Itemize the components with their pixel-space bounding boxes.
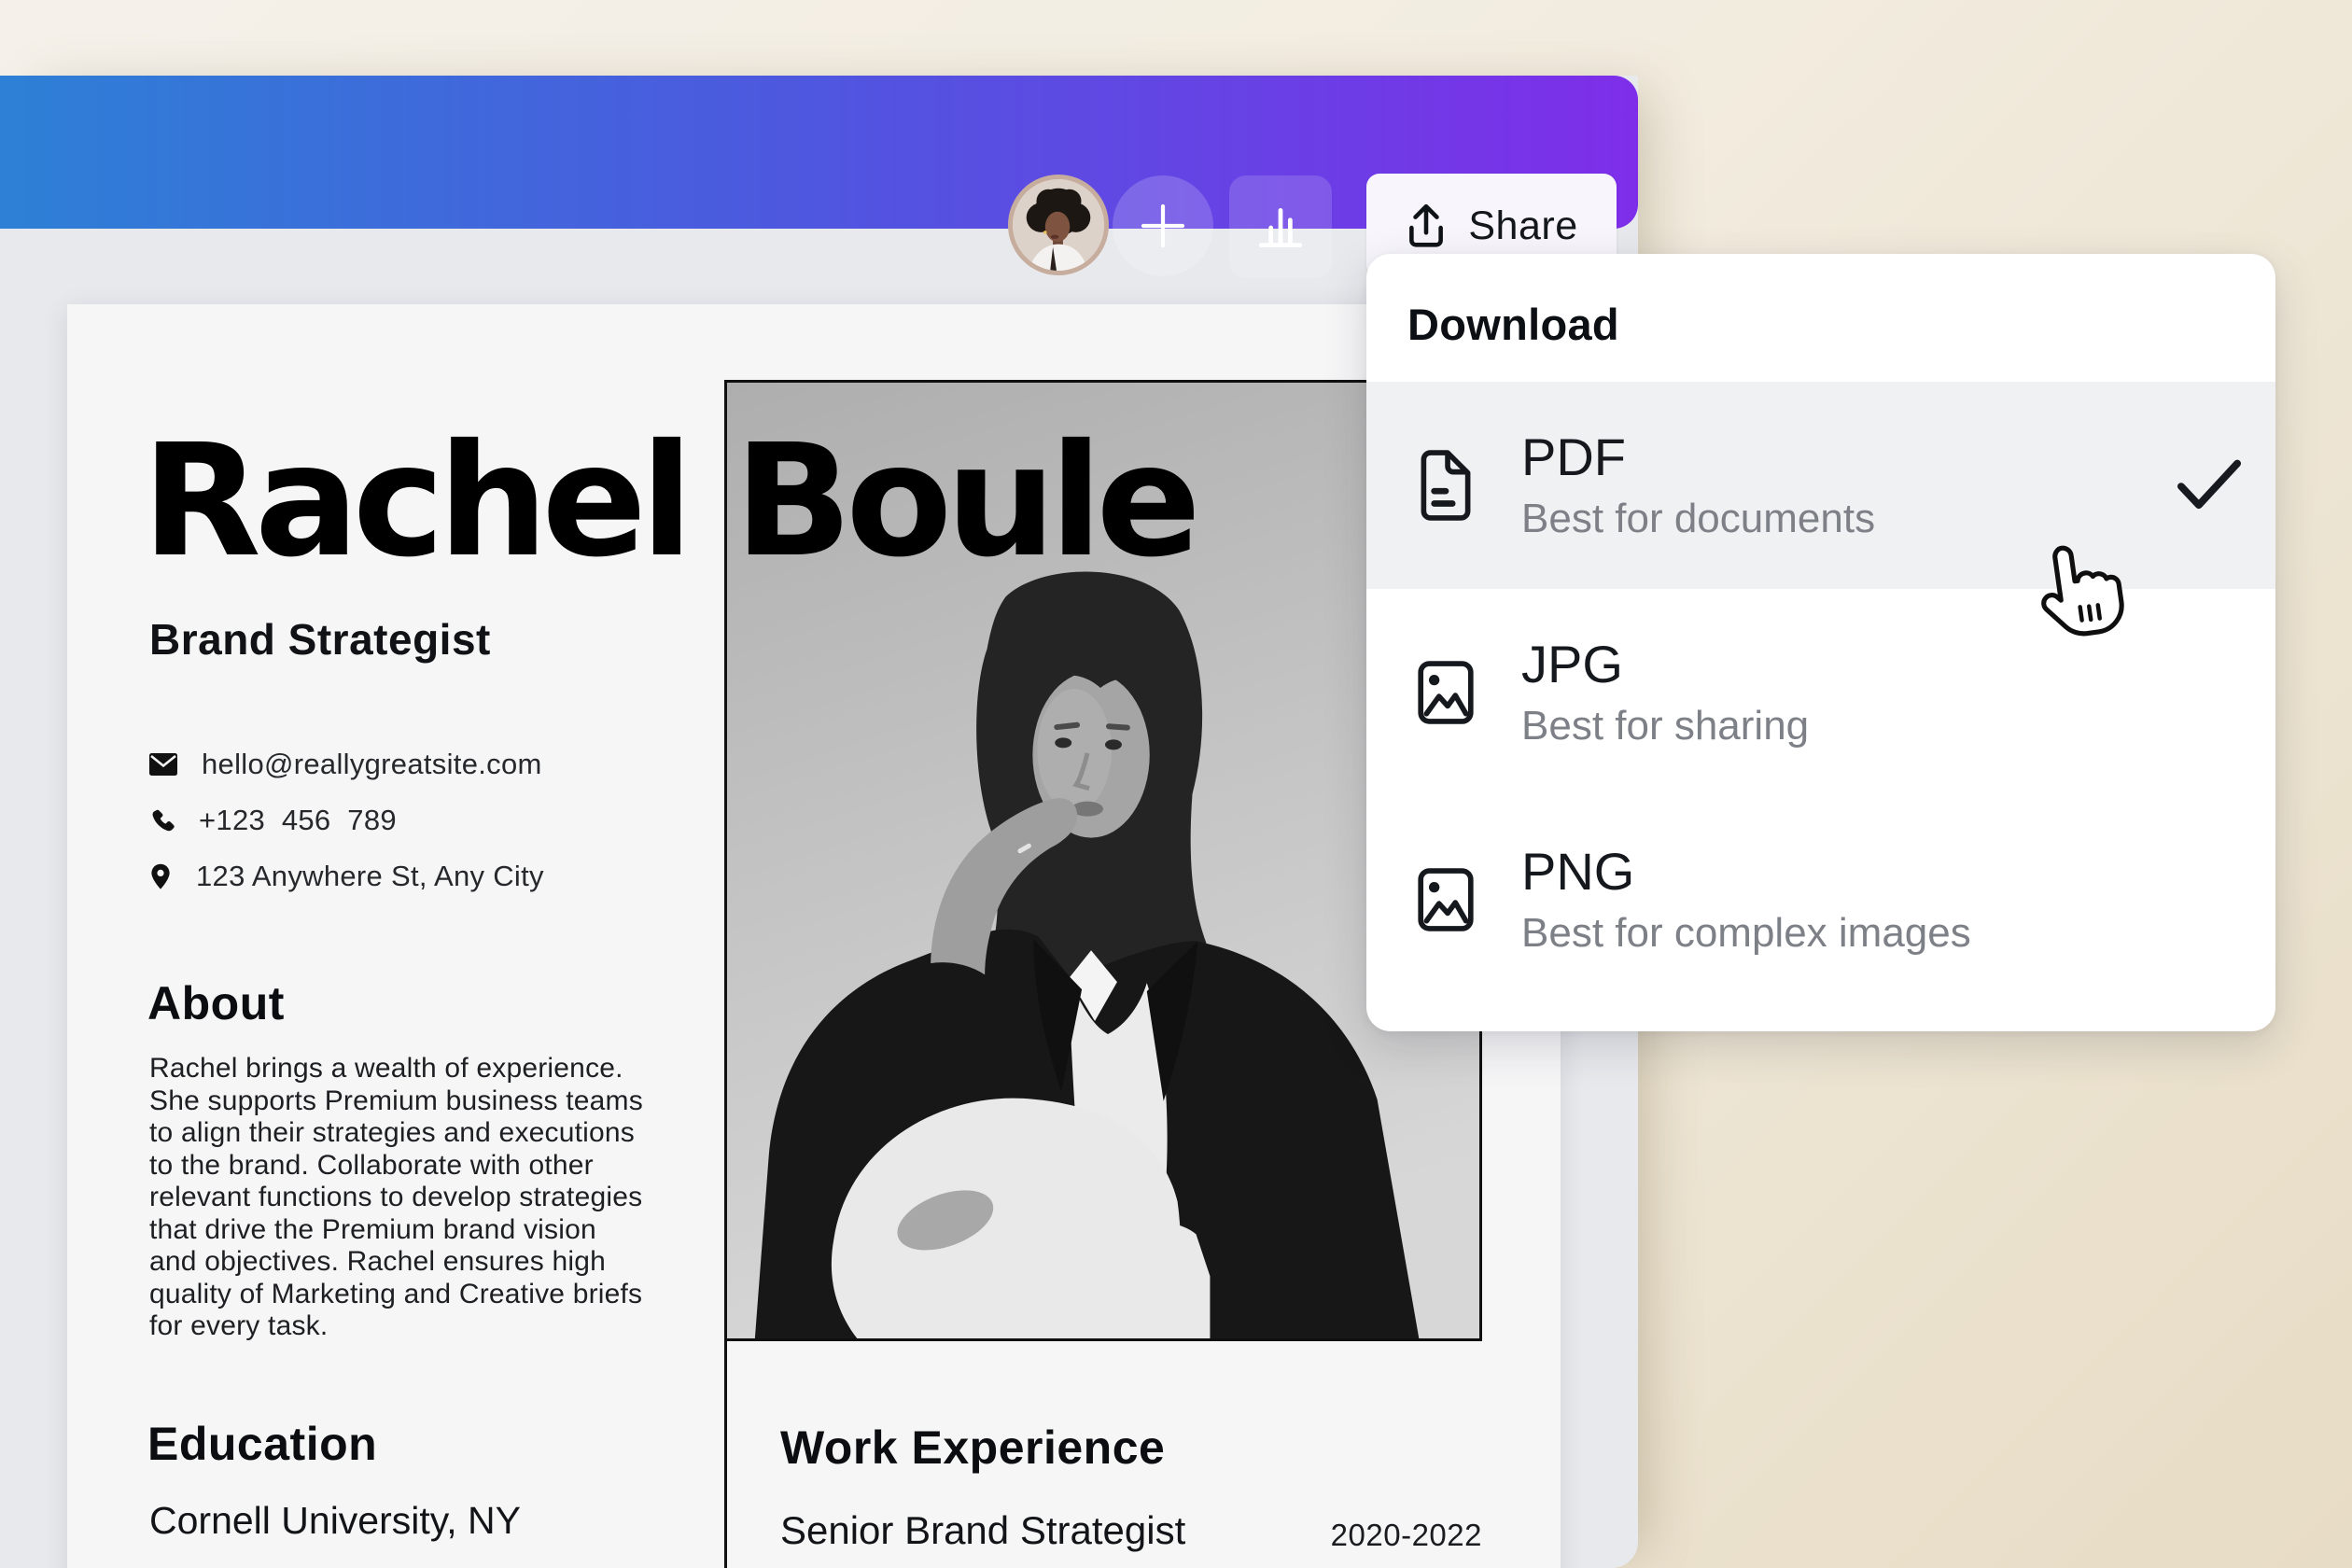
add-design-button[interactable] [1113, 175, 1213, 276]
phone-icon [149, 808, 175, 833]
contact-email-row[interactable]: hello@reallygreatsite.com [149, 747, 544, 782]
download-menu-title: Download [1407, 299, 1619, 350]
work-role[interactable]: Senior Brand Strategist [780, 1508, 1185, 1553]
education-heading[interactable]: Education [147, 1417, 377, 1471]
plus-icon [1138, 201, 1188, 251]
download-menu: Download PDF Best for documents [1366, 254, 2275, 1031]
resume-job-title[interactable]: Brand Strategist [149, 614, 491, 665]
contact-address: 123 Anywhere St, Any City [196, 860, 544, 893]
share-button-label: Share [1468, 203, 1577, 249]
format-label: PDF [1521, 428, 1875, 486]
contact-email: hello@reallygreatsite.com [202, 748, 542, 781]
format-description: Best for sharing [1521, 703, 1809, 750]
work-experience-heading[interactable]: Work Experience [780, 1421, 1165, 1475]
contact-phone: +123 456 789 [199, 804, 397, 837]
menu-option-png[interactable]: PNG Best for complex images [1366, 796, 2275, 1003]
image-icon [1417, 868, 1475, 931]
menu-option-jpg[interactable]: JPG Best for sharing [1366, 589, 2275, 796]
upload-icon [1405, 203, 1448, 249]
email-icon [149, 753, 177, 776]
format-label: PNG [1521, 843, 1971, 901]
resume-name[interactable]: Rachel Boule [142, 425, 1195, 580]
user-avatar[interactable] [1008, 175, 1109, 275]
location-icon [149, 863, 172, 890]
contact-address-row[interactable]: 123 Anywhere St, Any City [149, 859, 544, 894]
insights-button[interactable] [1229, 175, 1332, 278]
format-label: JPG [1521, 636, 1809, 693]
format-description: Best for complex images [1521, 910, 1971, 958]
document-icon [1417, 450, 1475, 521]
contact-block[interactable]: hello@reallygreatsite.com +123 456 789 1… [149, 747, 544, 915]
image-icon [1417, 661, 1475, 724]
format-description: Best for documents [1521, 496, 1875, 543]
menu-option-pdf[interactable]: PDF Best for documents [1366, 382, 2275, 589]
check-icon [2177, 458, 2242, 512]
screen: Rachel Boule Brand Strategist hello@real… [0, 0, 2352, 1568]
menu-option-text: PNG Best for complex images [1521, 843, 1971, 957]
contact-phone-row[interactable]: +123 456 789 [149, 803, 544, 838]
about-text[interactable]: Rachel brings a wealth of experience. Sh… [149, 1053, 709, 1343]
work-dates[interactable]: 2020-2022 [1325, 1518, 1482, 1553]
menu-option-text: JPG Best for sharing [1521, 636, 1809, 749]
column-divider [724, 1341, 727, 1568]
about-heading[interactable]: About [147, 976, 285, 1030]
menu-option-text: PDF Best for documents [1521, 428, 1875, 542]
toolbar: Share [0, 76, 1638, 229]
education-school[interactable]: Cornell University, NY [149, 1499, 521, 1543]
bar-chart-icon [1253, 200, 1308, 254]
